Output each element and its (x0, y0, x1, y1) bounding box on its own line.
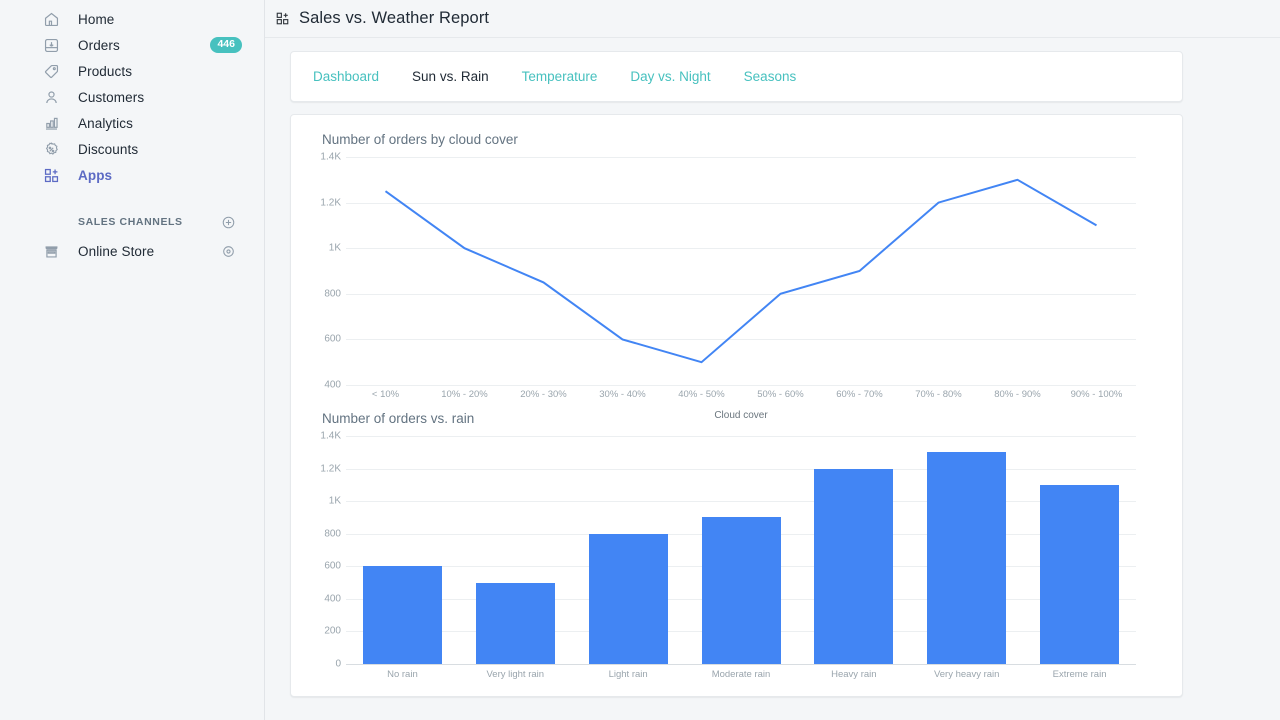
y-axis-tick-label: 800 (324, 528, 341, 540)
sidebar-item-label: Discounts (78, 141, 139, 157)
x-axis-tick-label: Light rain (608, 669, 648, 680)
y-axis-tick-label: 1.4K (320, 430, 341, 442)
app-root: Home Orders 446 Products Customers Analy… (0, 0, 1280, 720)
x-axis-tick-label: 90% - 100% (1070, 389, 1123, 400)
store-icon (42, 242, 60, 260)
apps-icon (42, 166, 60, 184)
tab-dashboard[interactable]: Dashboard (313, 69, 379, 84)
sidebar-item-home[interactable]: Home (44, 6, 252, 32)
gridline (346, 385, 1136, 386)
sidebar-item-label: Analytics (78, 115, 133, 131)
bar-chart-plot: 0 200 400 600 800 1K 1.2K 1.4K No rain Very light… (291, 431, 1182, 696)
line-chart-title: Number of orders by cloud cover (322, 132, 518, 147)
x-axis-tick-label: Very light rain (486, 669, 545, 680)
line-chart-block: Number of orders by cloud cover 400 600 80… (291, 132, 1182, 421)
y-axis-tick-label: 1.2K (320, 463, 341, 475)
sidebar-item-discounts[interactable]: Discounts (45, 136, 252, 162)
home-icon (42, 10, 60, 28)
x-axis-tick-label: Extreme rain (1052, 669, 1107, 680)
main-area: Sales vs. Weather Report Dashboard Sun v… (265, 0, 1280, 720)
bar[interactable] (588, 533, 668, 664)
orders-icon (42, 36, 60, 54)
sales-channels-title: SALES CHANNELS (78, 216, 183, 228)
tab-temperature[interactable]: Temperature (522, 69, 598, 84)
sidebar-item-customers[interactable]: Customers (45, 84, 252, 110)
gridline (346, 468, 1136, 470)
apps-icon (275, 11, 290, 26)
sidebar: Home Orders 446 Products Customers Analy… (0, 0, 265, 720)
bar[interactable] (362, 566, 442, 664)
x-axis-tick-label: Moderate rain (711, 669, 771, 680)
tab-sun-vs-rain[interactable]: Sun vs. Rain (412, 69, 489, 84)
x-axis-tick-label: No rain (387, 669, 418, 680)
sidebar-item-label: Apps (78, 167, 113, 183)
sidebar-item-label: Customers (78, 89, 145, 105)
sidebar-item-orders[interactable]: Orders 446 (44, 32, 252, 58)
y-axis-tick-label: 1K (328, 495, 341, 507)
y-axis-tick-label: 400 (324, 593, 341, 605)
x-axis-title: Cloud cover (714, 410, 768, 421)
discount-icon (42, 140, 60, 158)
bar[interactable] (927, 452, 1007, 664)
sidebar-item-label: Online Store (78, 243, 155, 259)
x-axis-tick-label: 70% - 80% (915, 389, 962, 400)
x-axis-tick-label: 50% - 60% (757, 389, 804, 400)
sidebar-item-label: Home (78, 11, 115, 27)
x-axis-tick-label: < 10% (371, 389, 400, 400)
x-axis-tick-label: 40% - 50% (678, 389, 725, 400)
sidebar-item-products[interactable]: Products (44, 58, 252, 84)
axis-baseline (346, 664, 1136, 665)
line-chart-plot: 400 600 800 1K 1.2K 1.4K < 10% 10% - 20% 20% - 3… (291, 152, 1182, 421)
bar[interactable] (1040, 484, 1120, 664)
person-icon (42, 88, 60, 106)
page-content: Dashboard Sun vs. Rain Temperature Day v… (265, 38, 1280, 697)
tag-icon (42, 62, 60, 80)
page-title: Sales vs. Weather Report (299, 9, 490, 27)
bar-chart-icon (42, 114, 60, 132)
tab-day-vs-night[interactable]: Day vs. Night (630, 69, 710, 84)
gridline (346, 501, 1136, 503)
plus-circle-icon[interactable] (221, 215, 236, 230)
x-axis-tick-label: 30% - 40% (599, 389, 646, 400)
bar[interactable] (814, 468, 894, 664)
x-axis-tick-label: Very heavy rain (933, 669, 1000, 680)
bar-chart-block: Number of orders vs. rain 0 200 400 600 800 1… (291, 411, 1182, 696)
sidebar-item-label: Products (78, 63, 133, 79)
eye-icon[interactable] (221, 244, 236, 259)
sidebar-item-label: Orders (78, 37, 120, 53)
x-axis-tick-label: Heavy rain (831, 669, 877, 680)
y-axis-tick-label: 0 (335, 658, 341, 670)
bar[interactable] (475, 582, 555, 664)
x-axis-tick-label: 60% - 70% (836, 389, 883, 400)
tab-seasons[interactable]: Seasons (744, 69, 797, 84)
x-axis-tick-label: 10% - 20% (441, 389, 488, 400)
bar[interactable] (701, 517, 781, 664)
line-series (384, 178, 1097, 364)
y-axis-tick-label: 600 (324, 560, 341, 572)
sidebar-item-analytics[interactable]: Analytics (45, 110, 252, 136)
sidebar-item-apps[interactable]: Apps (44, 162, 252, 188)
orders-count-badge: 446 (210, 37, 242, 53)
gridline (346, 436, 1136, 437)
x-axis-tick-label: 80% - 90% (994, 389, 1041, 400)
sales-channels-section-header: SALES CHANNELS (78, 212, 252, 232)
page-header: Sales vs. Weather Report (265, 0, 1280, 38)
y-axis-tick-label: 200 (324, 625, 341, 637)
sidebar-item-online-store[interactable]: Online Store (45, 238, 252, 264)
charts-card: Number of orders by cloud cover 400 600 80… (290, 114, 1183, 697)
x-axis-tick-label: 20% - 30% (520, 389, 567, 400)
tab-bar: Dashboard Sun vs. Rain Temperature Day v… (290, 51, 1183, 102)
